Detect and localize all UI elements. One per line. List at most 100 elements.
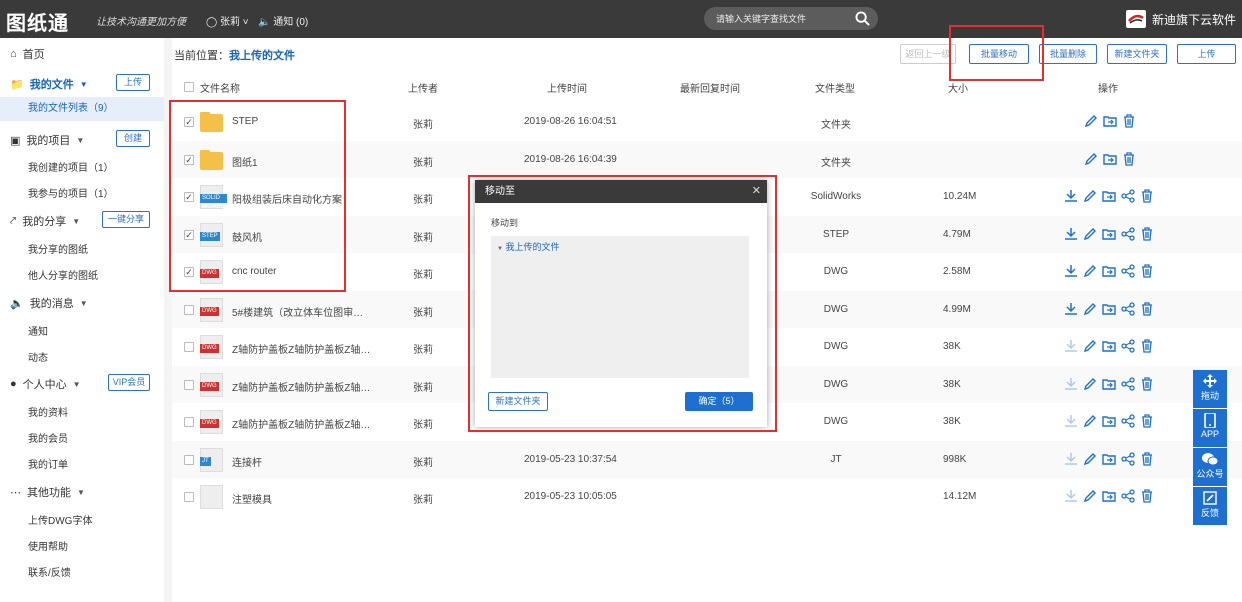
app-logo[interactable]: 图纸通 [6,7,69,36]
sidebar-my-projects[interactable]: ▣ 我的项目 ▼ [10,132,84,148]
edit-icon[interactable] [1083,414,1097,428]
sidebar-my-files[interactable]: 📁 我的文件 ▼ [10,76,88,92]
sidebar-personal[interactable]: ● 个人中心 ▼ [10,376,81,392]
trash-icon[interactable] [1140,339,1154,353]
back-button[interactable]: 返回上一级 [900,44,956,64]
search-input[interactable] [716,10,846,27]
table-row[interactable]: 注塑模具 张莉 2019-05-23 10:05:05 14.12M [172,478,1242,515]
trash-icon[interactable] [1140,376,1154,391]
sidebar-item-help[interactable]: 使用帮助 [28,538,68,553]
download-icon[interactable] [1064,264,1078,278]
share-icon[interactable] [1121,301,1135,316]
wechat-button[interactable]: 公众号 [1193,448,1227,486]
move-icon[interactable] [1102,377,1116,391]
trash-icon[interactable] [1140,451,1154,466]
move-icon[interactable] [1102,227,1116,241]
breadcrumb-current[interactable]: 我上传的文件 [229,50,295,62]
file-name[interactable]: Z轴防护盖板Z轴防护盖板Z轴… [232,416,370,431]
sidebar-item-my-file-list[interactable]: 我的文件列表（9） [0,97,164,121]
sidebar-other[interactable]: ⋯ 其他功能 ▼ [10,484,85,500]
download-icon[interactable] [1064,302,1078,316]
notification-link[interactable]: 🔈 通知 (0) [258,13,308,28]
share-icon[interactable] [1121,489,1135,503]
sidebar-item-feedback[interactable]: 联系/反馈 [28,564,71,579]
file-name[interactable]: Z轴防护盖板Z轴防护盖板Z轴… [232,379,370,394]
share-icon[interactable] [1121,264,1135,278]
trash-icon[interactable] [1140,226,1154,241]
trash-icon[interactable] [1122,151,1136,166]
row-checkbox[interactable] [184,417,194,427]
sidebar-my-share[interactable]: ⤤ 我的分享 ▼ [10,213,80,229]
sidebar-item-activity[interactable]: 动态 [28,349,48,364]
sidebar-item-dwg-font[interactable]: 上传DWG字体 [28,512,92,527]
row-checkbox[interactable] [184,492,194,502]
move-icon[interactable] [1102,339,1116,353]
edit-icon[interactable] [1084,152,1098,166]
feedback-button[interactable]: 反馈 [1193,487,1227,525]
download-icon[interactable] [1064,377,1078,391]
edit-icon[interactable] [1084,114,1098,128]
batch-delete-button[interactable]: 批量删除 [1039,44,1097,64]
brand-link[interactable]: 新迪旗下云软件 [1126,9,1236,29]
sidebar-item-others-shared[interactable]: 他人分享的图纸 [28,267,98,282]
row-checkbox[interactable] [184,342,194,352]
move-icon[interactable] [1102,489,1116,503]
move-icon[interactable] [1102,302,1116,316]
upload-button[interactable]: 上传 [1177,44,1236,64]
file-name[interactable]: 注塑模具 [232,491,272,506]
sidebar-item-membership[interactable]: 我的会员 [28,430,68,445]
upload-side-button[interactable]: 上传 [116,74,150,91]
move-icon[interactable] [1102,414,1116,428]
file-name[interactable]: 5#楼建筑（改立体车位图审… [232,304,363,319]
table-row[interactable]: JT 连接杆 张莉 2019-05-23 10:37:54 JT 998K [172,440,1242,478]
share-icon[interactable] [1121,376,1135,391]
row-checkbox[interactable] [184,304,194,315]
select-all-checkbox[interactable] [184,82,194,92]
download-icon[interactable] [1064,489,1078,503]
trash-icon[interactable] [1140,189,1154,203]
search-icon[interactable] [855,11,870,26]
trash-icon[interactable] [1140,489,1154,503]
app-button[interactable]: APP [1193,409,1227,447]
sidebar-item-orders[interactable]: 我的订单 [28,456,68,471]
file-name[interactable]: 连接杆 [232,454,262,469]
one-click-share-button[interactable]: 一键分享 [102,211,150,228]
trash-icon[interactable] [1140,301,1154,316]
edit-icon[interactable] [1083,489,1097,503]
download-icon[interactable] [1064,339,1078,353]
sidebar-item-joined-projects[interactable]: 我参与的项目（1） [28,185,114,200]
trash-icon[interactable] [1122,114,1136,128]
share-icon[interactable] [1121,451,1135,466]
edit-icon[interactable] [1083,264,1097,278]
share-icon[interactable] [1121,189,1135,203]
sidebar-item-notice[interactable]: 通知 [28,323,48,338]
share-icon[interactable] [1121,339,1135,353]
row-checkbox[interactable] [184,454,194,465]
download-icon[interactable] [1064,452,1078,466]
download-icon[interactable] [1064,414,1078,428]
row-checkbox[interactable] [184,379,194,390]
move-icon[interactable] [1102,264,1116,278]
download-icon[interactable] [1064,189,1078,203]
edit-icon[interactable] [1083,452,1097,466]
download-icon[interactable] [1064,227,1078,241]
vip-button[interactable]: VIP会员 [108,374,150,391]
create-project-button[interactable]: 创建 [116,130,150,147]
edit-icon[interactable] [1083,227,1097,241]
move-icon[interactable] [1102,452,1116,466]
edit-icon[interactable] [1083,302,1097,316]
move-icon[interactable] [1103,114,1117,128]
drag-button[interactable]: 拖动 [1193,370,1227,408]
share-icon[interactable] [1121,414,1135,428]
new-folder-button[interactable]: 新建文件夹 [1107,44,1167,64]
edit-icon[interactable] [1083,377,1097,391]
move-icon[interactable] [1102,189,1116,203]
sidebar-home[interactable]: ⌂ 首页 [10,46,45,62]
share-icon[interactable] [1121,226,1135,241]
user-menu[interactable]: ◯ 张莉 ˅ [206,13,249,28]
file-name[interactable]: Z轴防护盖板Z轴防护盖板Z轴… [232,341,370,356]
sidebar-my-messages[interactable]: 🔈 我的消息 ▼ [10,295,88,311]
trash-icon[interactable] [1140,264,1154,278]
edit-icon[interactable] [1083,339,1097,353]
trash-icon[interactable] [1140,414,1154,428]
